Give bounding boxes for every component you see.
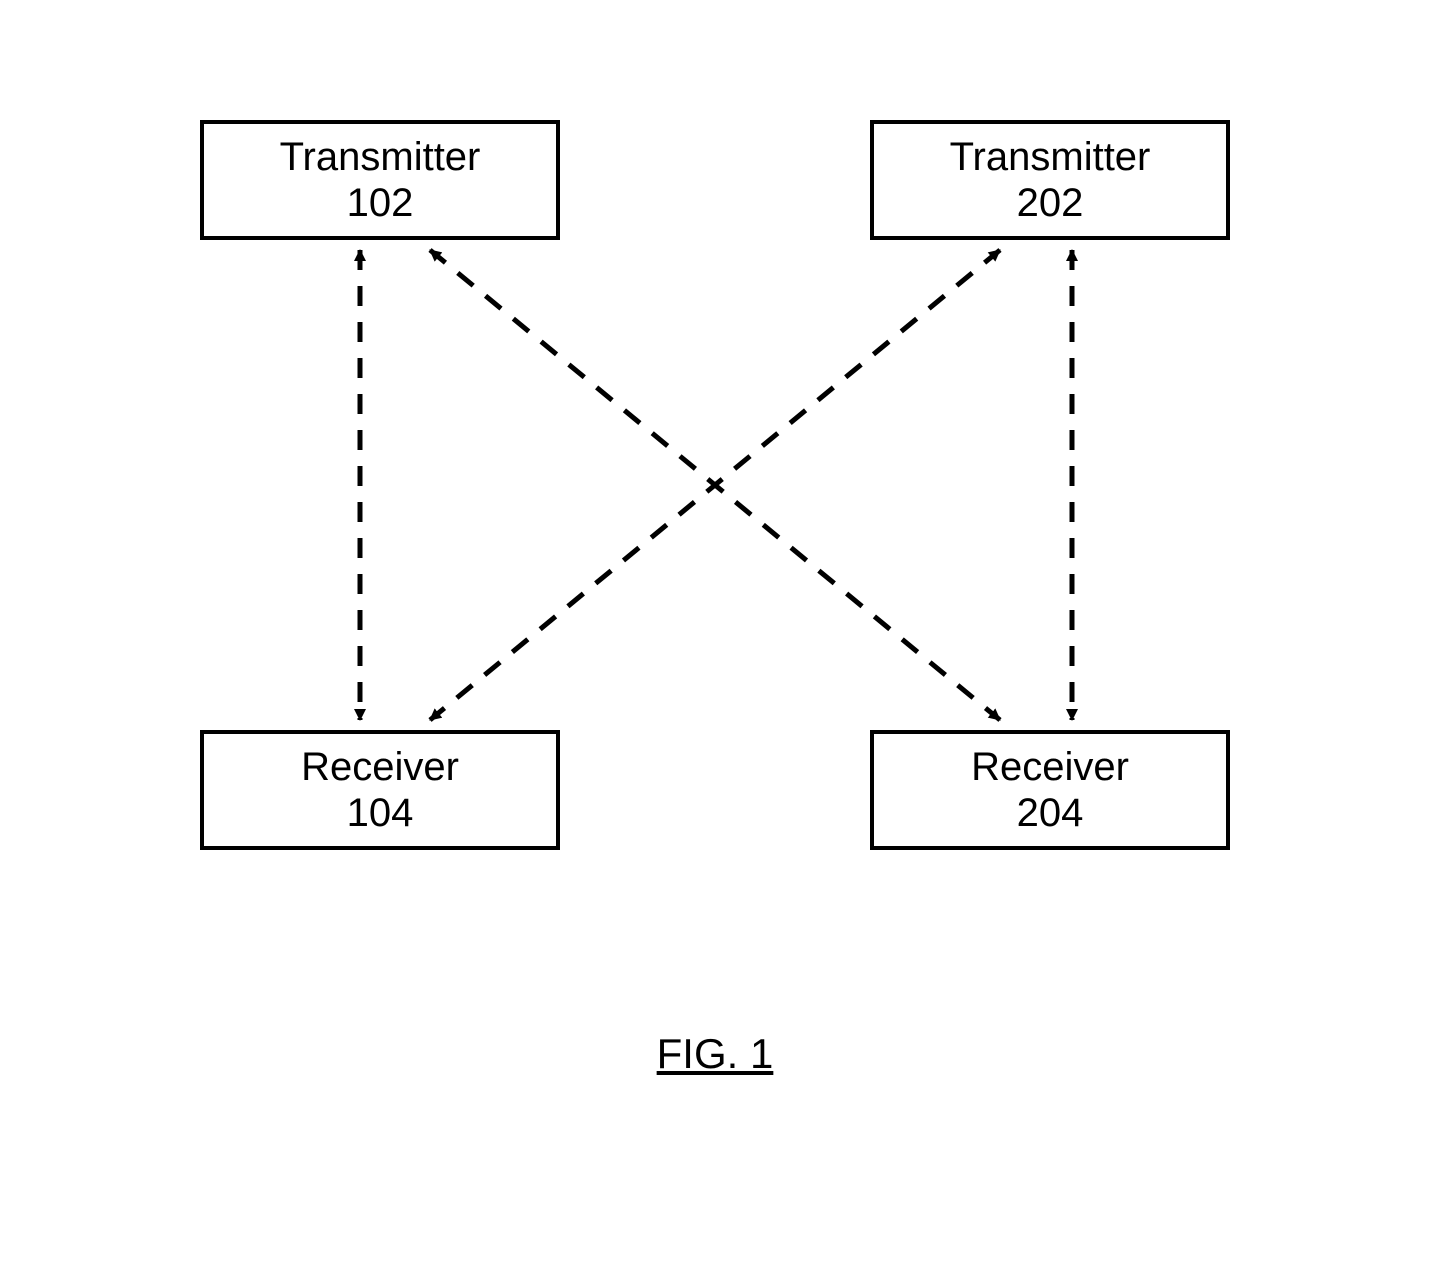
box-label: Receiver	[971, 744, 1129, 790]
box-transmitter-2: Transmitter 202	[870, 120, 1230, 240]
box-receiver-2: Receiver 204	[870, 730, 1230, 850]
box-receiver-1: Receiver 104	[200, 730, 560, 850]
box-number: 202	[1017, 180, 1084, 226]
box-number: 104	[347, 790, 414, 836]
box-number: 102	[347, 180, 414, 226]
box-transmitter-1: Transmitter 102	[200, 120, 560, 240]
box-label: Receiver	[301, 744, 459, 790]
box-label: Transmitter	[280, 134, 481, 180]
figure-caption: FIG. 1	[640, 1030, 790, 1078]
box-number: 204	[1017, 790, 1084, 836]
box-label: Transmitter	[950, 134, 1151, 180]
